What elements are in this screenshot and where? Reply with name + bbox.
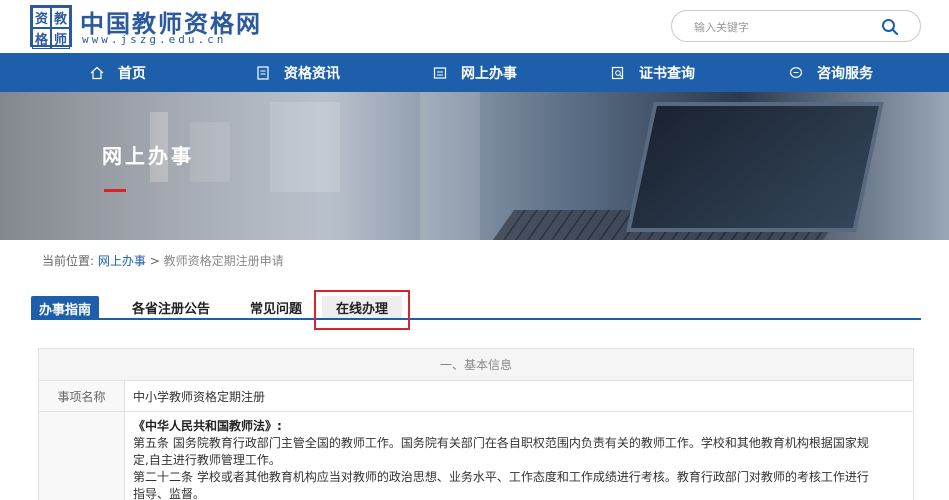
document-icon — [256, 65, 270, 80]
tab-guide[interactable]: 办事指南 — [31, 296, 99, 320]
search-input[interactable] — [694, 17, 864, 37]
search-doc-icon — [611, 66, 625, 80]
window-icon — [433, 66, 447, 80]
item-name-value: 中小学教师资格定期注册 — [133, 390, 266, 404]
highlight-box — [314, 290, 410, 330]
breadcrumb: 当前位置: 网上办事 > 教师资格定期注册申请 — [42, 252, 284, 269]
nav-item-label: 首页 — [118, 65, 146, 82]
banner-decor — [420, 92, 480, 240]
site-url: www.jszg.edu.cn — [82, 33, 227, 46]
site-header: 资 教 格 师 中国教师资格网 www.jszg.edu.cn — [0, 0, 949, 53]
site-logo-seal[interactable]: 资 教 格 师 — [30, 5, 72, 49]
tab-bar: 办事指南 各省注册公告 常见问题 在线办理 — [31, 292, 921, 320]
logo-char: 教 — [51, 7, 70, 28]
search-icon[interactable] — [880, 17, 900, 37]
breadcrumb-current: 教师资格定期注册申请 — [163, 254, 284, 268]
law-text: 指导、监督。 — [133, 487, 206, 500]
breadcrumb-link-online-service[interactable]: 网上办事 — [98, 254, 146, 268]
legal-basis-label — [39, 412, 125, 500]
banner-accent-line — [104, 189, 126, 192]
breadcrumb-prefix: 当前位置: — [42, 254, 95, 268]
row-divider — [39, 411, 913, 412]
page-banner: 网上办事 — [0, 92, 949, 240]
law-text: 第二十二条 学校或者其他教育机构应当对教师的政治思想、业务水平、工作态度和工作成… — [133, 470, 869, 484]
basic-info-table: 一、基本信息 事项名称 中小学教师资格定期注册 《中华人民共和国教师法》: 第五… — [38, 348, 914, 500]
logo-char: 格 — [32, 28, 51, 49]
home-icon — [90, 66, 104, 80]
nav-item-label: 网上办事 — [461, 65, 517, 82]
nav-item-news[interactable]: 资格资讯 — [256, 53, 340, 92]
legal-basis-content: 《中华人民共和国教师法》: 第五条 国务院教育行政部门主管全国的教师工作。国务院… — [133, 418, 913, 500]
banner-laptop-screen — [626, 102, 884, 232]
breadcrumb-separator: > — [149, 254, 160, 268]
nav-item-consulting[interactable]: 咨询服务 — [789, 53, 873, 92]
nav-item-label: 证书查询 — [639, 65, 695, 82]
item-name-label: 事项名称 — [39, 381, 125, 411]
law-text: 定,自主进行教师管理工作。 — [133, 453, 281, 467]
nav-item-certificate-query[interactable]: 证书查询 — [611, 53, 695, 92]
nav-item-home[interactable]: 首页 — [90, 53, 146, 92]
nav-item-label: 咨询服务 — [817, 65, 873, 82]
law-text: 第五条 国务院教育行政部门主管全国的教师工作。国务院有关部门在各自职权范围内负责… — [133, 436, 869, 450]
main-nav: 首页 资格资讯 网上办事 证书查询 咨询服务 — [0, 53, 949, 92]
chat-icon — [789, 66, 803, 80]
nav-item-online-service[interactable]: 网上办事 — [433, 53, 517, 92]
tab-provincial-notices[interactable]: 各省注册公告 — [123, 296, 219, 318]
banner-title: 网上办事 — [102, 144, 194, 168]
tab-faq[interactable]: 常见问题 — [241, 296, 311, 318]
search-box — [671, 10, 921, 42]
logo-char: 资 — [32, 7, 51, 28]
logo-char: 师 — [51, 28, 70, 49]
section-title: 一、基本信息 — [39, 349, 913, 381]
nav-item-label: 资格资讯 — [284, 65, 340, 82]
law-title: 《中华人民共和国教师法》: — [133, 419, 282, 433]
